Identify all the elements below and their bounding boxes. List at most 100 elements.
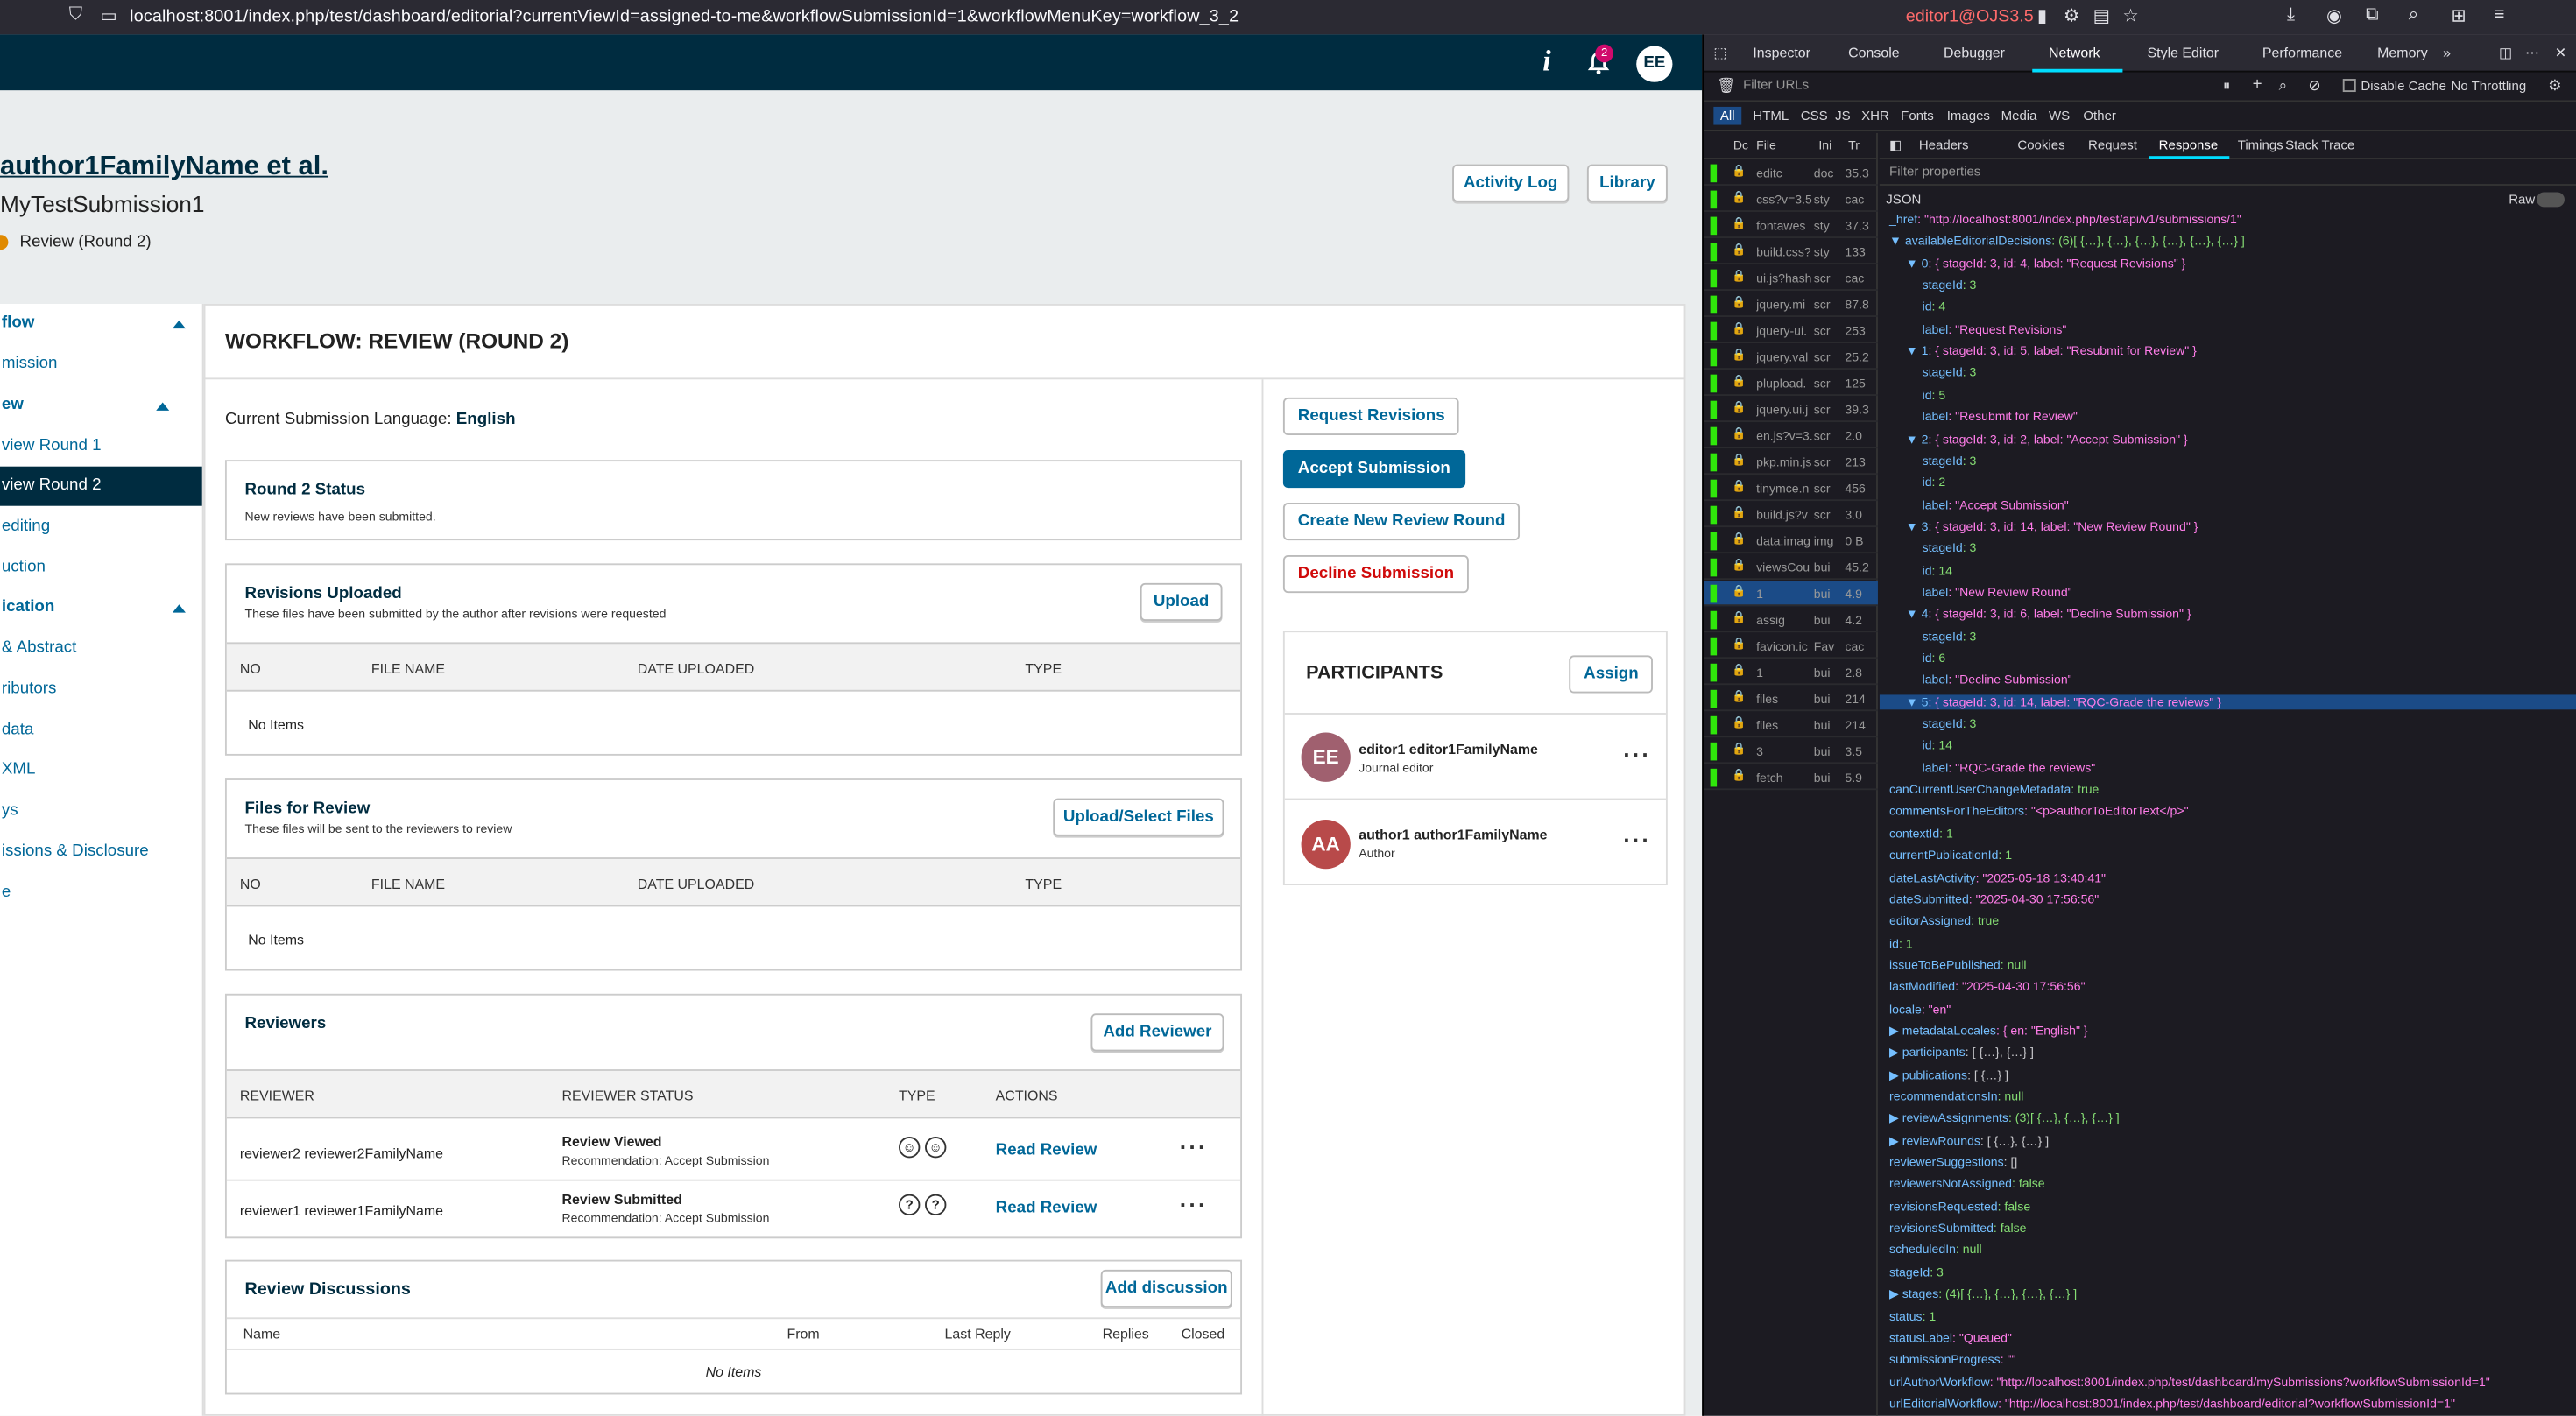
library-button[interactable]: Library bbox=[1586, 164, 1668, 202]
json-line[interactable]: statusLabel: "Queued" bbox=[1889, 1330, 2012, 1345]
extension-icon[interactable]: ⚙ bbox=[2064, 5, 2080, 27]
request-row[interactable]: 🔒 editc doc 35.3 bbox=[1704, 161, 1878, 186]
request-row[interactable]: 🔒 en.js?v=3. scr 2.0 bbox=[1704, 424, 1878, 449]
more-options-icon[interactable]: ··· bbox=[1180, 1133, 1208, 1159]
nav-permissions-disclosure[interactable]: issions & Disclosure bbox=[0, 833, 202, 872]
read-review-link[interactable]: Read Review bbox=[996, 1199, 1097, 1217]
json-line[interactable]: lastModified: "2025-04-30 17:56:56" bbox=[1889, 979, 2086, 994]
grid-icon[interactable]: ⊞ bbox=[2452, 5, 2467, 27]
type-filter-css[interactable]: CSS bbox=[1801, 109, 1828, 123]
help-icon[interactable]: i bbox=[1542, 45, 1550, 79]
plus-icon[interactable]: + bbox=[2253, 75, 2262, 94]
json-line[interactable]: id: 5 bbox=[1923, 387, 1946, 402]
json-line[interactable]: ▶ stages: (4)[ {…}, {…}, {…}, {…} ] bbox=[1889, 1286, 2077, 1301]
request-row[interactable]: 🔒 build.js?v scr 3.0 bbox=[1704, 503, 1878, 528]
request-row[interactable]: 🔒 css?v=3.5 sty cac bbox=[1704, 187, 1878, 212]
json-line[interactable]: ▶ publications: [ {…} ] bbox=[1889, 1067, 2008, 1082]
nav-issue[interactable]: e bbox=[0, 874, 202, 913]
request-row[interactable]: 🔒 jquery.ui.j scr 39.3 bbox=[1704, 398, 1878, 423]
json-line[interactable]: urlEditorialWorkflow: "http://localhost:… bbox=[1889, 1396, 2455, 1411]
json-line[interactable]: ▼ 2: { stageId: 3, id: 2, label: "Accept… bbox=[1906, 431, 2188, 446]
create-new-review-round-button[interactable]: Create New Review Round bbox=[1282, 502, 1521, 541]
tab-console[interactable]: Console bbox=[1848, 45, 1899, 61]
json-line[interactable]: id: 14 bbox=[1923, 738, 1952, 753]
json-line[interactable]: currentPublicationId: 1 bbox=[1889, 848, 2012, 863]
type-filter-html[interactable]: HTML bbox=[1753, 109, 1789, 123]
json-line[interactable]: label: "Accept Submission" bbox=[1923, 497, 2069, 511]
json-line[interactable]: ▶ reviewRounds: [ {…}, {…} ] bbox=[1889, 1133, 2049, 1148]
json-line[interactable]: reviewersNotAssigned: false bbox=[1889, 1177, 2045, 1192]
nav-jats-xml[interactable]: XML bbox=[0, 750, 202, 790]
download-icon[interactable]: ⤓ bbox=[2287, 5, 2295, 26]
json-line[interactable]: ▶ reviewAssignments: (3)[ {…}, {…}, {…} … bbox=[1889, 1111, 2120, 1126]
request-row[interactable]: 🔒 1 bui 2.8 bbox=[1704, 660, 1878, 686]
json-line[interactable]: ▼ 1: { stageId: 3, id: 5, label: "Resubm… bbox=[1906, 343, 2197, 358]
json-line[interactable]: stageId: 3 bbox=[1923, 629, 1977, 644]
nav-review-round-1[interactable]: view Round 1 bbox=[0, 427, 202, 467]
json-line[interactable]: submissionProgress: "" bbox=[1889, 1352, 2015, 1367]
json-line[interactable]: ▼ 3: { stageId: 3, id: 14, label: "New R… bbox=[1906, 519, 2198, 534]
options-icon[interactable]: ⋯ bbox=[2525, 45, 2539, 63]
type-filter-xhr[interactable]: XHR bbox=[1861, 109, 1889, 123]
tab-debugger[interactable]: Debugger bbox=[1944, 45, 2005, 61]
json-line[interactable]: stageId: 3 bbox=[1889, 1265, 1944, 1279]
json-line[interactable]: locale: "en" bbox=[1889, 1001, 1951, 1016]
json-line[interactable]: stageId: 3 bbox=[1923, 278, 1977, 292]
request-row[interactable]: 🔒 files bui 214 bbox=[1704, 713, 1878, 738]
json-line[interactable]: ▼ availableEditorialDecisions: (6)[ {…},… bbox=[1889, 234, 2245, 249]
user-avatar[interactable]: EE bbox=[1636, 46, 1673, 82]
nav-title-abstract[interactable]: & Abstract bbox=[0, 629, 202, 668]
reader-icon[interactable]: ▤ bbox=[2093, 5, 2111, 27]
request-row[interactable]: 🔒 1 bui 4.9 bbox=[1704, 581, 1878, 607]
bookmark-star-icon[interactable]: ☆ bbox=[2122, 5, 2139, 27]
json-line[interactable]: id: 6 bbox=[1923, 651, 1946, 666]
json-line[interactable]: label: "RQC-Grade the reviews" bbox=[1923, 760, 2096, 775]
nav-production[interactable]: uction bbox=[0, 548, 202, 588]
json-line[interactable]: id: 1 bbox=[1889, 935, 1913, 950]
request-row[interactable]: 🔒 build.css? sty 133 bbox=[1704, 240, 1878, 264]
tab-style-editor[interactable]: Style Editor bbox=[2148, 45, 2220, 61]
tab-memory[interactable]: Memory bbox=[2377, 45, 2428, 61]
json-line[interactable]: scheduledIn: null bbox=[1889, 1243, 1982, 1257]
detail-tab-timings[interactable]: Timings bbox=[2238, 138, 2283, 153]
json-line[interactable]: commentsForTheEditors: "<p>authorToEdito… bbox=[1889, 804, 2189, 819]
request-row[interactable]: 🔒 ui.js?hash scr cac bbox=[1704, 266, 1878, 291]
url-input[interactable]: localhost:8001/index.php/test/dashboard/… bbox=[130, 7, 1239, 27]
panel-toggle-icon[interactable]: ◧ bbox=[1889, 138, 1902, 153]
add-reviewer-button[interactable]: Add Reviewer bbox=[1090, 1013, 1224, 1052]
request-row[interactable]: 🔒 pkp.min.js scr 213 bbox=[1704, 450, 1878, 476]
filter-properties-input[interactable]: Filter properties bbox=[1889, 165, 1980, 180]
json-line[interactable]: id: 4 bbox=[1923, 299, 1946, 314]
type-filter-other[interactable]: Other bbox=[2083, 109, 2116, 123]
json-line[interactable]: label: "New Review Round" bbox=[1923, 585, 2072, 600]
json-line[interactable]: label: "Decline Submission" bbox=[1923, 673, 2072, 687]
json-line[interactable]: id: 2 bbox=[1923, 475, 1946, 490]
nav-review-round-2[interactable]: view Round 2 bbox=[0, 466, 202, 506]
request-row[interactable]: 🔒 fetch bui 5.9 bbox=[1704, 765, 1878, 791]
json-line[interactable]: stageId: 3 bbox=[1923, 453, 1977, 468]
type-filter-ws[interactable]: WS bbox=[2049, 109, 2070, 123]
json-line[interactable]: dateSubmitted: "2025-04-30 17:56:56" bbox=[1889, 891, 2099, 906]
json-line[interactable]: issueToBePublished: null bbox=[1889, 957, 2026, 972]
json-line[interactable]: ▶ participants: [ {…}, {…} ] bbox=[1889, 1046, 2034, 1060]
request-row[interactable]: 🔒 tinymce.n scr 456 bbox=[1704, 476, 1878, 502]
throttling-select[interactable]: No Throttling bbox=[2452, 79, 2527, 94]
nav-galleys[interactable]: ys bbox=[0, 792, 202, 831]
json-line[interactable]: stageId: 3 bbox=[1923, 716, 1977, 731]
json-line[interactable]: reviewerSuggestions: [] bbox=[1889, 1155, 2017, 1170]
filter-urls-input[interactable]: Filter URLs bbox=[1743, 77, 1809, 92]
request-row[interactable]: 🔒 favicon.ic Fav cac bbox=[1704, 634, 1878, 659]
raw-toggle[interactable] bbox=[2537, 192, 2565, 208]
nav-submission[interactable]: mission bbox=[0, 345, 202, 384]
request-row[interactable]: 🔒 fontawes sty 37.3 bbox=[1704, 214, 1878, 238]
more-options-icon[interactable]: ··· bbox=[1180, 1191, 1208, 1217]
json-line[interactable]: ▼ 5: { stageId: 3, id: 14, label: "RQC-G… bbox=[1879, 694, 2576, 709]
block-icon[interactable]: ⊘ bbox=[2308, 77, 2320, 95]
assign-button[interactable]: Assign bbox=[1569, 655, 1654, 694]
dock-icon[interactable]: ◫ bbox=[2499, 45, 2512, 63]
activity-log-button[interactable]: Activity Log bbox=[1452, 164, 1570, 202]
nav-copyediting[interactable]: editing bbox=[0, 508, 202, 547]
pick-element-icon[interactable]: ⬚ bbox=[1713, 45, 1726, 63]
json-line[interactable]: ▼ 4: { stageId: 3, id: 6, label: "Declin… bbox=[1906, 607, 2191, 622]
more-tabs-icon[interactable]: » bbox=[2443, 45, 2451, 61]
